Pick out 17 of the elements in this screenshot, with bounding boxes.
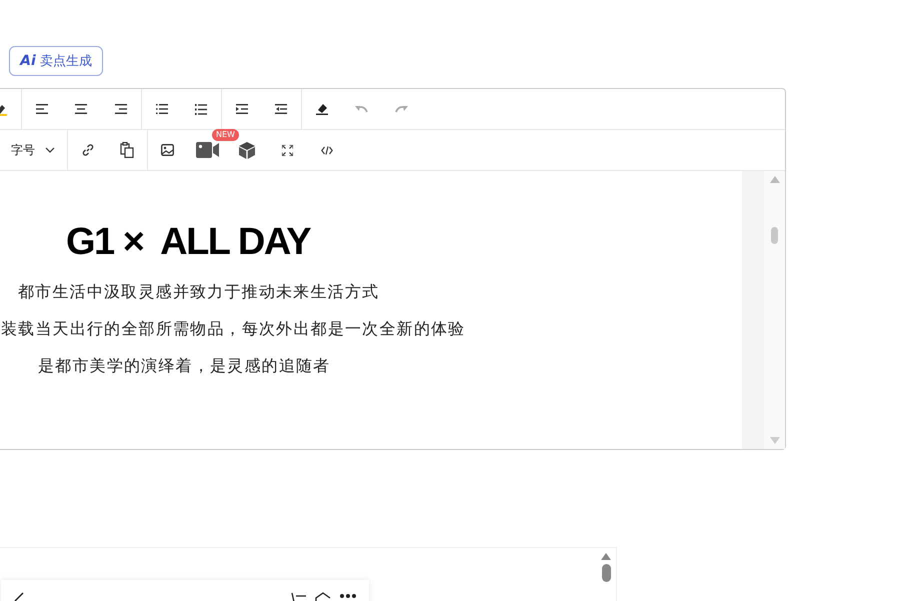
- scroll-up-icon: [601, 553, 611, 560]
- paragraph-text: 是都市美学的演绎着，是灵感的追随者: [38, 355, 332, 377]
- new-badge: NEW: [212, 129, 239, 141]
- paragraph-text: 都市生活中汲取灵感并致力于推动未来生活方式: [18, 281, 380, 303]
- chevron-down-icon: [45, 147, 55, 153]
- document-heading: G1 × ALL DAY: [66, 220, 312, 265]
- video-camera-icon: [196, 142, 218, 158]
- font-size-select[interactable]: 字号: [0, 130, 67, 170]
- scrollbar[interactable]: [764, 171, 785, 449]
- ai-generate-button[interactable]: Ai 卖点生成: [9, 46, 103, 76]
- scroll-down-icon: [770, 437, 780, 444]
- scroll-up-icon: [770, 176, 780, 183]
- more-icon[interactable]: [339, 592, 357, 598]
- scroll-thumb[interactable]: [602, 564, 610, 582]
- paragraph-text: 装载当天出行的全部所需物品，每次外出都是一次全新的体验: [1, 318, 466, 340]
- ai-label: Ai: [20, 53, 36, 69]
- scroll-thumb[interactable]: [771, 227, 778, 244]
